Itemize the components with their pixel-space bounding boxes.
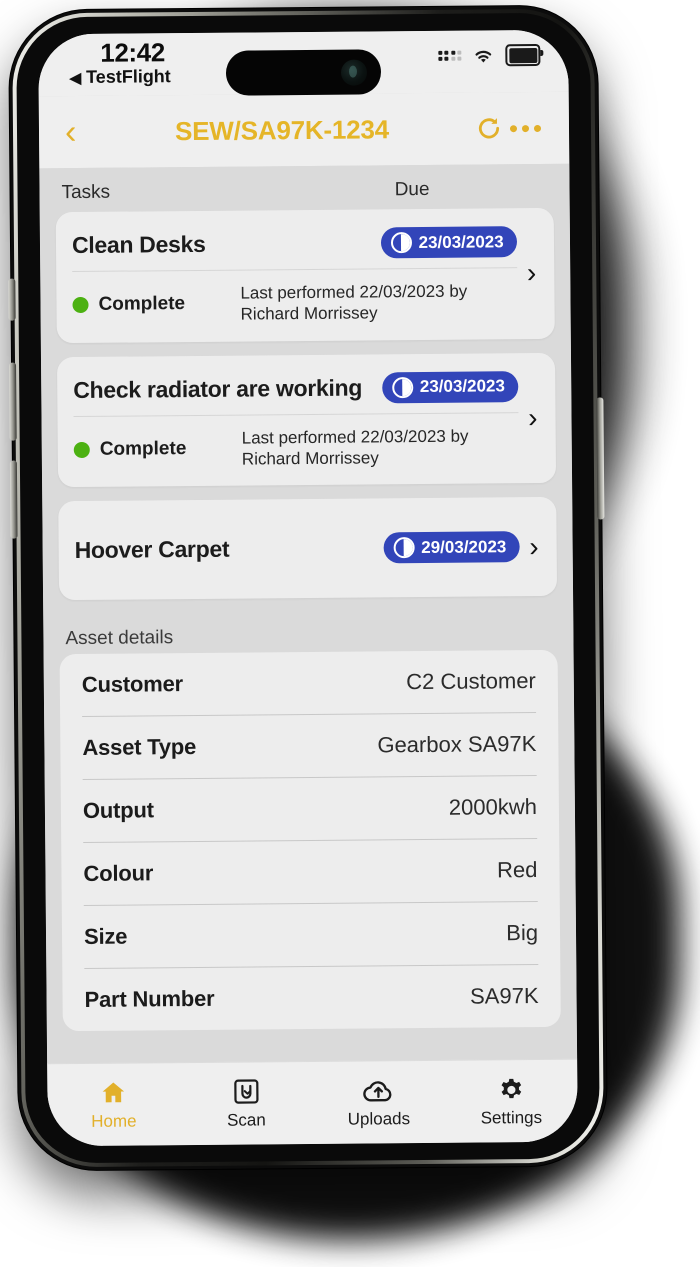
asset-detail-row: Colour Red [83,839,538,906]
task-last-performed: Last performed 22/03/2023 by Richard Mor… [241,426,469,469]
task-title: Clean Desks [71,230,206,259]
asset-detail-key: Part Number [84,985,215,1012]
tasks-column-label: Tasks [61,181,111,204]
asset-detail-row: Customer C2 Customer [81,650,537,717]
task-title: Hoover Carpet [74,535,230,564]
tab-label: Settings [480,1107,543,1128]
asset-detail-value: SA97K [469,983,539,1009]
page-title: SEW/SA97K-1234 [174,113,390,146]
asset-details-card: Customer C2 Customer Asset Type Gearbox … [59,649,561,1032]
task-card-title-row: Check radiator are working 23/03/2023 [73,367,524,416]
status-dot-icon [72,297,89,314]
dynamic-island [225,49,382,96]
task-chevron-right-icon[interactable]: › [524,402,548,434]
task-card-title-row: Hoover Carpet 29/03/2023 [74,511,525,586]
asset-detail-row: Asset Type Gearbox SA97K [82,713,537,780]
bottom-tab-bar: Home Scan Uploads Settings [47,1058,578,1147]
task-due-badge: 23/03/2023 [380,226,517,259]
status-bar: 12:42 ◀ TestFlight [38,29,569,97]
tab-uploads[interactable]: Uploads [312,1075,445,1129]
screenshot-stage: 12:42 ◀ TestFlight ‹ SEW/SA97K-1234 Task… [0,0,700,1267]
task-chevron-right-icon[interactable]: › [525,530,549,562]
task-last-performed: Last performed 22/03/2023 by Richard Mor… [240,281,468,324]
asset-detail-value: Gearbox SA97K [377,731,537,758]
task-status: Complete [73,437,234,460]
asset-detail-value: 2000kwh [448,794,538,820]
tab-label: Uploads [347,1108,411,1129]
task-card-content: Clean Desks 23/03/2023 Complete Last per… [72,208,524,342]
asset-detail-key: Customer [81,671,184,697]
clock-icon [391,376,413,398]
cellular-signal-icon [437,50,462,62]
task-chevron-right-icon[interactable]: › [523,257,547,289]
more-options-icon [509,124,541,132]
task-card-title-row: Clean Desks 23/03/2023 [72,222,523,271]
content-scroll-area[interactable]: Tasks Due Clean Desks 23/03/2023 Complet… [39,163,578,1064]
tab-settings[interactable]: Settings [445,1074,578,1128]
cloud-upload-icon [363,1080,392,1101]
tab-scan[interactable]: Scan [180,1076,313,1130]
volume-up-button[interactable] [9,362,17,441]
task-card-content: Check radiator are working 23/03/2023 Co… [73,353,525,487]
task-due-badge: 23/03/2023 [381,370,519,403]
return-to-testflight-link[interactable]: ◀ TestFlight [69,66,170,88]
gear-icon [501,1078,521,1098]
asset-detail-row: Size Big [83,902,539,969]
asset-detail-key: Colour [83,860,154,886]
asset-detail-value: C2 Customer [406,668,536,695]
volume-down-button[interactable] [9,460,18,539]
task-status: Complete [72,293,232,316]
status-bar-indicators [437,43,541,67]
status-dot-icon [73,441,90,458]
clock-icon [393,537,415,559]
task-status-label: Complete [99,437,187,460]
task-card[interactable]: Check radiator are working 23/03/2023 Co… [56,352,557,488]
tasks-section-header: Tasks Due [39,164,569,213]
asset-detail-key: Asset Type [82,733,197,760]
asset-detail-value: Big [506,920,539,946]
tab-label: Home [91,1111,137,1131]
task-due-date: 23/03/2023 [419,376,505,397]
wifi-icon [475,50,492,63]
task-card[interactable]: Hoover Carpet 29/03/2023 › [58,496,558,601]
home-icon [102,1081,125,1102]
asset-detail-key: Size [83,923,128,949]
due-column-label: Due [394,178,430,201]
mute-switch-button[interactable] [8,278,16,321]
task-due-date: 23/03/2023 [418,231,504,252]
clock-icon [390,232,412,254]
refresh-icon [478,118,500,139]
status-bar-time: 12:42 [100,37,165,68]
asset-detail-row: Part Number SA97K [84,965,539,1031]
navigation-bar: ‹ SEW/SA97K-1234 [38,91,570,169]
more-options-button[interactable] [507,124,543,132]
asset-detail-value: Red [496,857,538,883]
scan-icon [233,1078,259,1104]
task-due-badge: 29/03/2023 [383,531,520,564]
back-triangle-icon: ◀ [69,69,82,88]
tab-label: Scan [226,1109,266,1130]
power-button[interactable] [596,397,605,520]
front-camera-icon [340,58,368,86]
asset-detail-row: Output 2000kwh [82,776,538,843]
task-status-label: Complete [98,293,186,316]
battery-icon [505,43,541,67]
back-app-label: TestFlight [86,66,171,87]
refresh-button[interactable] [471,115,507,141]
task-card-status-row: Complete Last performed 22/03/2023 by Ri… [73,413,524,473]
phone-device: 12:42 ◀ TestFlight ‹ SEW/SA97K-1234 Task… [8,5,608,1171]
asset-details-header: Asset details [65,627,174,650]
task-due-date: 29/03/2023 [421,536,507,557]
asset-detail-key: Output [82,797,154,823]
task-card-status-row: Complete Last performed 22/03/2023 by Ri… [72,268,523,328]
task-title: Check radiator are working [73,374,363,403]
tab-home[interactable]: Home [47,1078,180,1132]
phone-screen: 12:42 ◀ TestFlight ‹ SEW/SA97K-1234 Task… [38,29,578,1147]
task-card-content: Hoover Carpet 29/03/2023 [74,497,526,600]
task-card[interactable]: Clean Desks 23/03/2023 Complete Last per… [55,207,555,343]
